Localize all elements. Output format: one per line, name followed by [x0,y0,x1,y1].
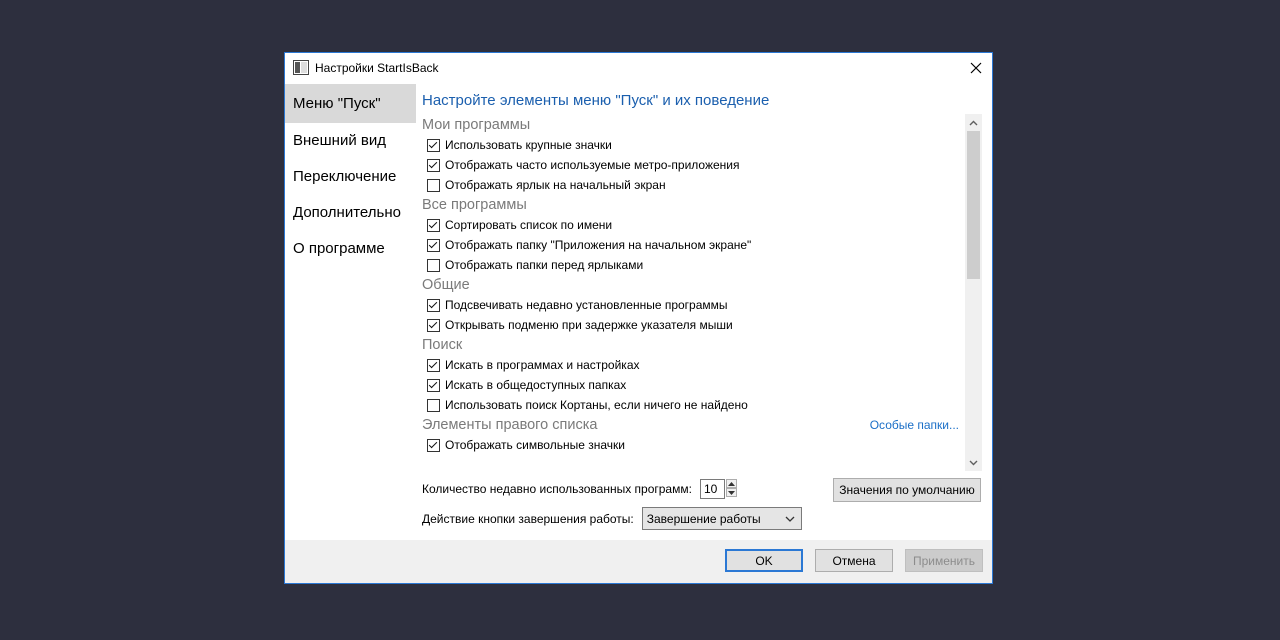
checkbox[interactable] [427,298,440,312]
sidebar-item-start-menu[interactable]: Меню "Пуск" [285,84,416,123]
option-search-programs[interactable]: Искать в программах и настройках [422,355,964,375]
chevron-down-icon [785,516,795,522]
option-large-icons[interactable]: Использовать крупные значки [422,135,964,155]
recent-programs-input[interactable]: 10 [699,479,725,499]
caret-down-icon [727,490,735,495]
close-button[interactable] [960,53,992,83]
option-label: Подсвечивать недавно установленные прогр… [445,298,728,312]
checkbox[interactable] [427,218,440,232]
option-symbol-icons[interactable]: Отображать символьные значки [422,435,964,455]
option-label: Отображать ярлык на начальный экран [445,178,666,192]
group-title: Все программы [422,197,527,213]
checkbox[interactable] [427,358,440,372]
caret-up-icon [727,481,735,486]
apply-button[interactable]: Применить [905,549,983,572]
recent-programs-row: Количество недавно использованных програ… [422,479,737,499]
settings-window: Настройки StartIsBack Меню "Пуск" Внешни… [284,52,993,584]
chevron-down-icon [969,460,978,465]
option-folders-first[interactable]: Отображать папки перед ярлыками [422,255,964,275]
stepper-up-button[interactable] [725,479,737,488]
sidebar-item-advanced[interactable]: Дополнительно [285,195,416,231]
scroll-thumb[interactable] [967,131,980,279]
ok-button[interactable]: OK [725,549,803,572]
close-icon [970,62,982,74]
checkbox[interactable] [427,398,440,412]
restore-defaults-button[interactable]: Значения по умолчанию [833,478,981,502]
option-highlight-new[interactable]: Подсвечивать недавно установленные прогр… [422,295,964,315]
vertical-scrollbar[interactable] [965,114,982,471]
sidebar-item-switching[interactable]: Переключение [285,159,416,195]
option-metro-apps[interactable]: Отображать часто используемые метро-прил… [422,155,964,175]
shutdown-action-label: Действие кнопки завершения работы: [422,511,634,526]
recent-programs-stepper: 10 [699,479,737,499]
option-label: Использовать крупные значки [445,138,612,152]
option-label: Использовать поиск Кортаны, если ничего … [445,398,748,412]
group-title: Элементы правого списка [422,417,598,433]
scroll-down-button[interactable] [965,454,982,471]
app-icon [293,60,309,75]
group-title: Общие [422,277,470,293]
shutdown-action-row: Действие кнопки завершения работы: Завер… [422,507,802,530]
chevron-up-icon [969,120,978,125]
title-bar: Настройки StartIsBack [285,53,992,83]
group-title-row: Элементы правого списка Особые папки... [422,415,964,435]
option-label: Искать в общедоступных папках [445,378,627,392]
dialog-footer: OK Отмена Применить [285,540,992,583]
recent-programs-label: Количество недавно использованных програ… [422,482,692,496]
option-label: Отображать часто используемые метро-прил… [445,158,740,172]
checkbox[interactable] [427,138,440,152]
checkbox[interactable] [427,158,440,172]
window-title: Настройки StartIsBack [315,61,439,75]
option-label: Отображать папку "Приложения на начально… [445,238,752,252]
checkbox[interactable] [427,258,440,272]
option-label: Открывать подменю при задержке указателя… [445,318,733,332]
option-label: Сортировать список по имени [445,218,613,232]
sidebar-item-about[interactable]: О программе [285,231,416,267]
checkbox[interactable] [427,378,440,392]
group-title: Мои программы [422,117,531,133]
checkbox[interactable] [427,238,440,252]
option-sort-by-name[interactable]: Сортировать список по имени [422,215,964,235]
option-label: Отображать символьные значки [445,438,625,452]
group-title: Поиск [422,337,463,353]
special-folders-link[interactable]: Особые папки... [870,415,964,435]
shutdown-action-select[interactable]: Завершение работы [641,507,802,530]
option-submenu-hover[interactable]: Открывать подменю при задержке указателя… [422,315,964,335]
checkbox[interactable] [427,438,440,452]
options-list: Мои программы Использовать крупные значк… [422,115,964,471]
option-search-public[interactable]: Искать в общедоступных папках [422,375,964,395]
cancel-button[interactable]: Отмена [815,549,893,572]
checkbox[interactable] [427,318,440,332]
page-heading: Настройте элементы меню "Пуск" и их пове… [422,92,770,109]
shutdown-action-value: Завершение работы [646,511,761,526]
option-start-screen-shortcut[interactable]: Отображать ярлык на начальный экран [422,175,964,195]
stepper-down-button[interactable] [725,488,737,497]
sidebar-item-appearance[interactable]: Внешний вид [285,123,416,159]
sidebar: Меню "Пуск" Внешний вид Переключение Доп… [285,84,416,484]
checkbox[interactable] [427,178,440,192]
option-cortana[interactable]: Использовать поиск Кортаны, если ничего … [422,395,964,415]
option-apps-folder[interactable]: Отображать папку "Приложения на начально… [422,235,964,255]
option-label: Искать в программах и настройках [445,358,640,372]
option-label: Отображать папки перед ярлыками [445,258,644,272]
scroll-up-button[interactable] [965,114,982,131]
